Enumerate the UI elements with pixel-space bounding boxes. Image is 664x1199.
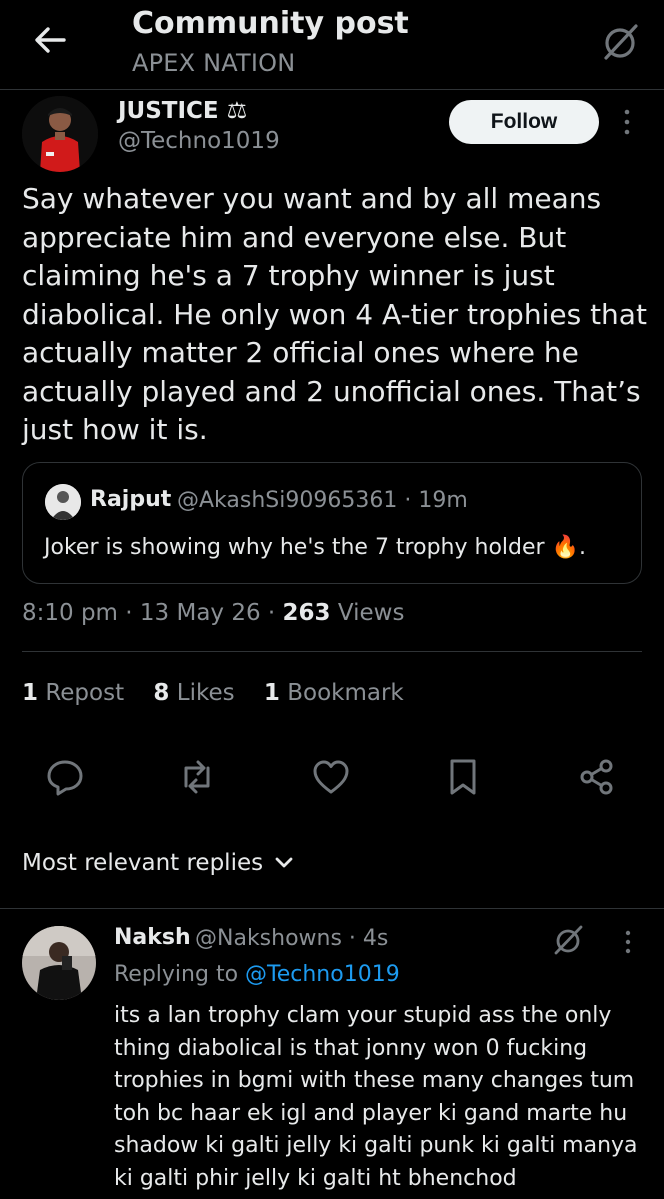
divider [22, 651, 642, 652]
views-count: 263 [282, 600, 331, 626]
repost-button[interactable] [176, 756, 218, 798]
post-stats: 1 Repost 8 Likes 1 Bookmark [22, 680, 426, 706]
replying-to-handle[interactable]: @Techno1019 [245, 962, 400, 987]
bookmark-icon [450, 759, 476, 795]
grok-icon [604, 24, 638, 60]
reply-grok-button[interactable] [550, 922, 586, 958]
replies-sort-dropdown[interactable]: Most relevant replies [22, 850, 295, 876]
quote-avatar [45, 484, 81, 520]
grok-button[interactable] [598, 20, 642, 64]
reply-icon [47, 760, 83, 796]
author-name[interactable]: JUSTICE ⚖ [118, 98, 247, 124]
author-avatar[interactable] [22, 96, 98, 172]
arrow-left-icon [35, 27, 66, 53]
reply-button[interactable] [44, 756, 86, 798]
quote-text: Joker is showing why he's the 7 trophy h… [44, 535, 586, 560]
divider [0, 908, 664, 909]
back-button[interactable] [30, 22, 70, 58]
reply-author-name[interactable]: Naksh [114, 925, 191, 950]
community-name[interactable]: APEX NATION [132, 49, 295, 77]
page-title: Community post [132, 6, 409, 41]
like-button[interactable] [310, 756, 352, 798]
bookmark-button[interactable] [442, 756, 484, 798]
heart-icon [313, 760, 349, 794]
follow-button[interactable]: Follow [449, 100, 599, 144]
quoted-post[interactable]: Rajput @AkashSi90965361 · 19m Joker is s… [22, 462, 642, 584]
author-handle[interactable]: @Techno1019 [118, 128, 280, 154]
post-body: Say whatever you want and by all means a… [22, 182, 647, 446]
reply-author-avatar[interactable] [22, 926, 96, 1000]
share-button[interactable] [576, 756, 618, 798]
share-icon [580, 759, 613, 795]
replying-to: Replying to @Techno1019 [114, 962, 400, 987]
reply-body: its a lan trophy clam your stupid ass th… [114, 1003, 638, 1191]
reposts-stat[interactable]: 1 Repost [22, 680, 124, 706]
post-timestamp: 8:10 pm · 13 May 26 · 263 Views [22, 600, 405, 626]
post-more-button[interactable] [614, 104, 640, 140]
quote-author-meta: @AkashSi90965361 · 19m [177, 488, 468, 513]
more-vertical-icon [624, 109, 630, 135]
chevron-down-icon [275, 857, 293, 868]
top-bar: Community post APEX NATION [0, 0, 664, 90]
likes-stat[interactable]: 8 Likes [153, 680, 234, 706]
bookmarks-stat[interactable]: 1 Bookmark [264, 680, 404, 706]
quote-author-name: Rajput [90, 487, 172, 512]
reply-more-button[interactable] [616, 926, 640, 958]
repost-icon [184, 760, 210, 794]
replies-sort-label: Most relevant replies [22, 850, 264, 876]
reply-author-meta[interactable]: @Nakshowns · 4s [195, 926, 388, 951]
more-vertical-icon [625, 930, 631, 954]
grok-icon [554, 925, 583, 955]
